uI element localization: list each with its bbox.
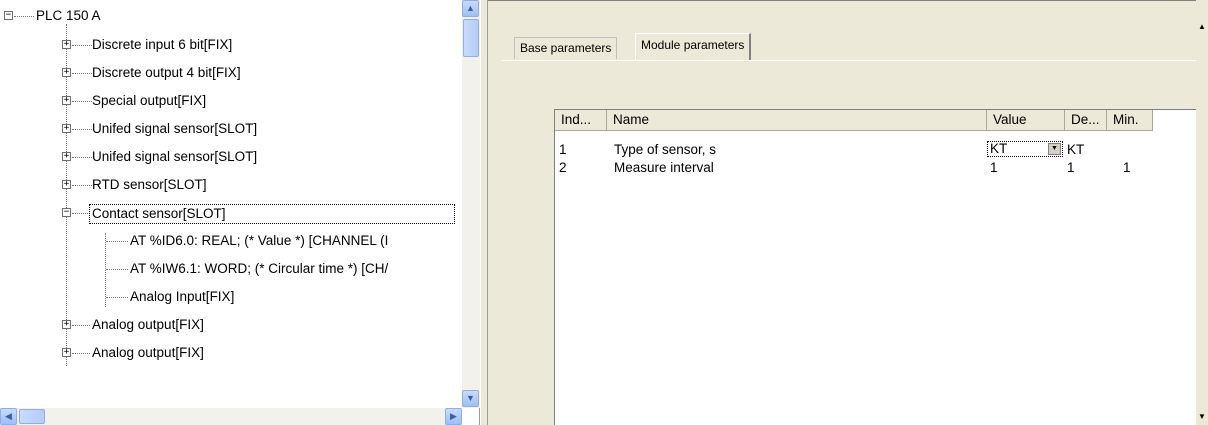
tree-item-selected[interactable]: − Contact sensor[SLOT]	[0, 204, 460, 224]
plus-box-icon[interactable]: +	[62, 152, 71, 161]
plus-box-icon[interactable]: +	[62, 180, 71, 189]
plus-box-icon[interactable]: +	[62, 68, 71, 77]
scroll-right-button[interactable]: ▶	[445, 408, 462, 425]
tree-item-label: Analog output[FIX]	[92, 317, 204, 332]
plus-box-icon[interactable]: +	[62, 40, 71, 49]
tree-item-label: AT %ID6.0: REAL; (* Value *) [CHANNEL (I	[130, 233, 389, 248]
tree-item-child[interactable]: AT %ID6.0: REAL; (* Value *) [CHANNEL (I	[0, 232, 460, 250]
pane-splitter[interactable]	[480, 0, 488, 425]
tree-connector	[72, 353, 90, 354]
plus-box-icon[interactable]: +	[62, 124, 71, 133]
value-combobox[interactable]: KT ▼	[987, 141, 1063, 157]
column-header-min[interactable]: Min.	[1107, 110, 1153, 131]
parameters-vertical-scrollbar[interactable]: ▲ ▼	[1196, 0, 1208, 425]
tree-item-root[interactable]: − PLC 150 A	[0, 7, 460, 25]
tree-connector	[106, 241, 128, 242]
tree-item-label: PLC 150 A	[36, 8, 101, 23]
tree-item[interactable]: + Discrete input 6 bit[FIX]	[0, 36, 460, 54]
column-header-index[interactable]: Ind...	[555, 110, 607, 131]
column-header-default[interactable]: De...	[1065, 110, 1107, 131]
tree-item-child[interactable]: AT %IW6.1: WORD; (* Circular time *) [CH…	[0, 260, 460, 278]
tree-item-label: Discrete output 4 bit[FIX]	[92, 65, 241, 80]
tree-vertical-scrollbar[interactable]: ▲ ▼	[462, 0, 480, 408]
tree-item-label: Special output[FIX]	[92, 93, 207, 108]
tree-connector	[72, 157, 92, 158]
tree-horizontal-scrollbar[interactable]: ◀ ▶	[0, 408, 462, 425]
tab-module-parameters[interactable]: Module parameters	[635, 33, 752, 60]
arrow-up-icon[interactable]: ▲	[1198, 22, 1206, 31]
chevron-down-icon[interactable]: ▼	[1048, 143, 1061, 155]
table-cell-name: Type of sensor, s	[614, 142, 717, 157]
arrow-down-icon: ▼	[466, 393, 475, 403]
parameters-table: Ind... Name Value De... Min. 1 Type of s…	[554, 109, 1196, 425]
scroll-down-button[interactable]: ▼	[462, 390, 479, 407]
arrow-up-icon: ▲	[466, 3, 475, 13]
tree-item-label: Contact sensor[SLOT]	[89, 204, 455, 224]
minus-box-icon[interactable]: −	[4, 11, 13, 20]
minus-box-icon[interactable]: −	[62, 208, 71, 217]
tree-item-label: Analog Input[FIX]	[130, 289, 235, 304]
tree-connector	[72, 129, 92, 130]
tab-base-parameters[interactable]: Base parameters	[514, 37, 618, 59]
scroll-up-button[interactable]: ▲	[462, 0, 479, 17]
scroll-thumb[interactable]	[19, 409, 45, 424]
tree-item-label: Unifed signal sensor[SLOT]	[92, 149, 258, 164]
scroll-left-button[interactable]: ◀	[0, 408, 17, 425]
tree-item[interactable]: + RTD sensor[SLOT]	[0, 176, 460, 194]
column-header-name[interactable]: Name	[607, 110, 987, 131]
tree-item-label: RTD sensor[SLOT]	[92, 177, 207, 192]
column-header-value[interactable]: Value	[987, 110, 1065, 131]
parameters-pane: Base parameters Module parameters Ind...…	[488, 0, 1196, 425]
plus-box-icon[interactable]: +	[62, 96, 71, 105]
arrow-right-icon: ▶	[450, 411, 457, 421]
table-cell-default: 1	[1067, 160, 1075, 175]
tree-connector	[72, 101, 92, 102]
arrow-down-icon[interactable]: ▼	[1198, 412, 1206, 421]
tree-connector	[72, 213, 90, 214]
tree-item-label: Analog output[FIX]	[92, 345, 204, 360]
tree-item[interactable]: + Discrete output 4 bit[FIX]	[0, 64, 460, 82]
table-cell-index: 2	[559, 160, 567, 175]
tree-connector	[72, 185, 92, 186]
project-tree[interactable]: − PLC 150 A + Discrete input 6 bit[FIX] …	[0, 0, 463, 408]
tree-connector	[72, 73, 92, 74]
tree-connector	[14, 16, 34, 17]
tree-item-label: Unifed signal sensor[SLOT]	[92, 121, 258, 136]
combobox-value: KT	[990, 141, 1008, 156]
plus-box-icon[interactable]: +	[62, 320, 71, 329]
table-cell-name: Measure interval	[614, 160, 714, 175]
tree-item[interactable]: + Analog output[FIX]	[0, 344, 460, 362]
tree-item[interactable]: + Analog output[FIX]	[0, 316, 460, 334]
tree-item-label: Discrete input 6 bit[FIX]	[92, 37, 233, 52]
tree-item-child[interactable]: Analog Input[FIX]	[0, 288, 460, 306]
project-tree-pane: − PLC 150 A + Discrete input 6 bit[FIX] …	[0, 0, 480, 425]
tree-item[interactable]: + Unifed signal sensor[SLOT]	[0, 148, 460, 166]
tree-connector	[106, 269, 128, 270]
tree-item-label: AT %IW6.1: WORD; (* Circular time *) [CH…	[130, 261, 389, 276]
tree-item[interactable]: + Unifed signal sensor[SLOT]	[0, 120, 460, 138]
tree-connector	[72, 45, 92, 46]
table-cell-index: 1	[559, 142, 567, 157]
table-cell-min: 1	[1123, 160, 1131, 175]
tab-divider	[502, 60, 1196, 61]
plus-box-icon[interactable]: +	[62, 348, 71, 357]
tree-item[interactable]: + Special output[FIX]	[0, 92, 460, 110]
arrow-left-icon: ◀	[5, 411, 12, 421]
table-cell-default: KT	[1067, 142, 1085, 157]
tree-connector	[106, 297, 128, 298]
table-cell-value[interactable]: 1	[990, 160, 998, 176]
tree-connector	[72, 325, 90, 326]
scroll-thumb[interactable]	[463, 19, 479, 57]
